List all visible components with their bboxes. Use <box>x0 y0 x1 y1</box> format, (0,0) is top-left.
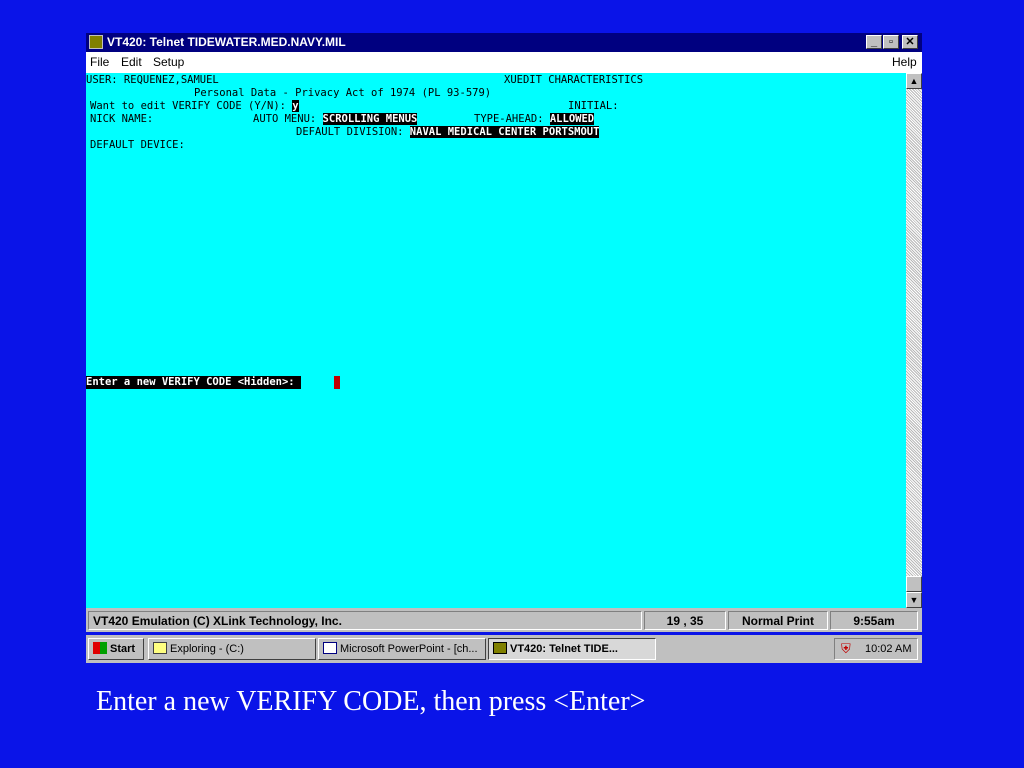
type-ahead-row: TYPE-AHEAD: ALLOWED <box>474 113 595 126</box>
task-exploring[interactable]: Exploring - (C:) <box>148 638 316 660</box>
vt420-icon <box>493 642 507 654</box>
verify-code-row: Want to edit VERIFY CODE (Y/N): y <box>90 100 299 113</box>
initial-label: INITIAL: <box>568 100 619 112</box>
taskbar: Start Exploring - (C:) Microsoft PowerPo… <box>86 635 922 663</box>
minimize-button[interactable]: _ <box>866 35 882 49</box>
scroll-up-arrow-icon[interactable]: ▲ <box>906 73 922 89</box>
verify-code-answer[interactable]: y <box>292 100 299 112</box>
menu-help[interactable]: Help <box>892 55 917 69</box>
verify-code-prompt: Want to edit VERIFY CODE (Y/N): <box>90 100 293 112</box>
auto-menu-value[interactable]: SCROLLING MENUS <box>322 113 418 125</box>
start-button[interactable]: Start <box>88 638 144 660</box>
explorer-icon <box>153 642 167 654</box>
windows-logo-icon <box>93 642 107 654</box>
auto-menu-label: AUTO MENU: <box>253 113 323 125</box>
print-mode: Normal Print <box>728 611 828 630</box>
terminal-screen[interactable]: USER: REQUENEZ,SAMUEL XUEDIT CHARACTERIS… <box>86 73 906 608</box>
type-ahead-value[interactable]: ALLOWED <box>549 113 595 125</box>
scroll-thumb[interactable] <box>906 576 922 592</box>
task-label: Microsoft PowerPoint - [ch... <box>340 643 478 655</box>
auto-menu-row: AUTO MENU: SCROLLING MENUS <box>253 113 418 126</box>
task-powerpoint[interactable]: Microsoft PowerPoint - [ch... <box>318 638 486 660</box>
task-label: VT420: Telnet TIDE... <box>510 643 618 655</box>
shield-icon[interactable]: ⛨ <box>841 639 851 659</box>
new-verify-code-prompt: Enter a new VERIFY CODE <Hidden>: <box>86 376 301 389</box>
default-device-label: DEFAULT DEVICE: <box>90 139 185 151</box>
task-vt420[interactable]: VT420: Telnet TIDE... <box>488 638 656 660</box>
scroll-down-arrow-icon[interactable]: ▼ <box>906 592 922 608</box>
menu-bar: File Edit Setup Help <box>86 52 922 73</box>
window-title: VT420: Telnet TIDEWATER.MED.NAVY.MIL <box>107 35 346 49</box>
title-bar[interactable]: VT420: Telnet TIDEWATER.MED.NAVY.MIL _ ▫… <box>86 33 922 52</box>
close-button[interactable]: ✕ <box>902 35 918 49</box>
tray-clock[interactable]: 10:02 AM <box>865 639 911 659</box>
app-icon[interactable] <box>89 35 103 49</box>
emulation-status: VT420 Emulation (C) XLink Technology, In… <box>88 611 642 630</box>
system-tray: ⛨ 10:02 AM <box>834 638 918 660</box>
task-label: Exploring - (C:) <box>170 643 244 655</box>
nick-name-label: NICK NAME: <box>90 113 154 125</box>
powerpoint-icon <box>323 642 337 654</box>
text-cursor <box>334 376 340 389</box>
menu-setup[interactable]: Setup <box>153 55 184 69</box>
user-line: USER: REQUENEZ,SAMUEL <box>86 74 219 86</box>
maximize-button[interactable]: ▫ <box>883 35 899 49</box>
status-time: 9:55am <box>830 611 918 630</box>
default-division-row: DEFAULT DIVISION: NAVAL MEDICAL CENTER P… <box>296 126 600 139</box>
vertical-scrollbar[interactable]: ▲ ▼ <box>906 73 922 608</box>
type-ahead-label: TYPE-AHEAD: <box>474 113 550 125</box>
menu-edit[interactable]: Edit <box>121 55 142 69</box>
slide-caption: Enter a new VERIFY CODE, then press <Ent… <box>96 686 646 717</box>
screen-title: XUEDIT CHARACTERISTICS <box>504 74 644 86</box>
menu-file[interactable]: File <box>90 55 109 69</box>
default-division-label: DEFAULT DIVISION: <box>296 126 410 138</box>
status-bar: VT420 Emulation (C) XLink Technology, In… <box>86 610 922 632</box>
vt420-window: VT420: Telnet TIDEWATER.MED.NAVY.MIL _ ▫… <box>86 33 922 632</box>
privacy-notice: Personal Data - Privacy Act of 1974 (PL … <box>194 87 492 99</box>
start-label: Start <box>110 643 136 655</box>
default-division-value[interactable]: NAVAL MEDICAL CENTER PORTSMOUT <box>409 126 600 138</box>
cursor-position: 19 , 35 <box>644 611 726 630</box>
